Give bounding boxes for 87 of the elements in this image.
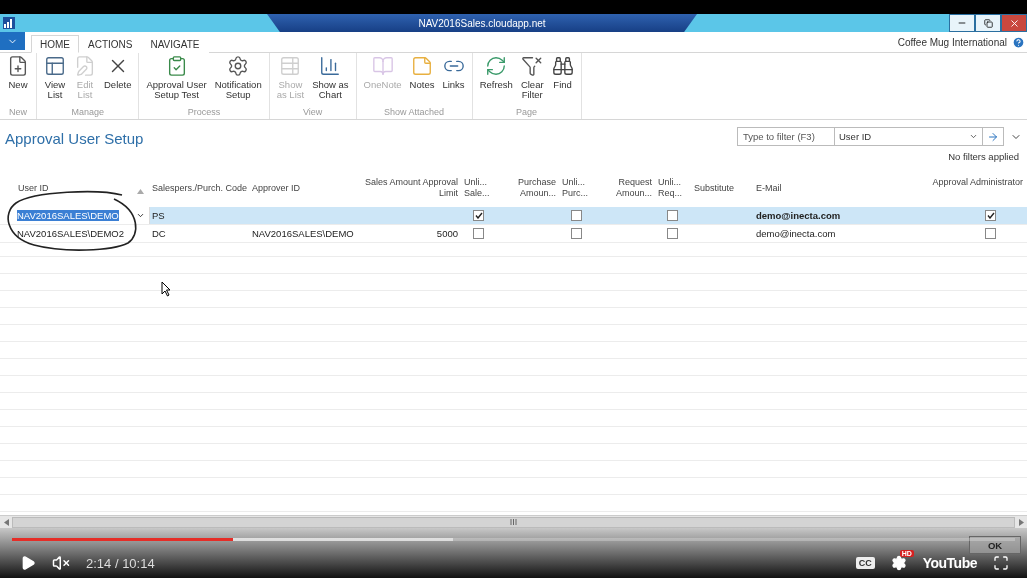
page-title[interactable]: Approval User Setup	[5, 130, 150, 147]
column-header[interactable]: Unli... Req...	[658, 177, 682, 199]
checkbox[interactable]	[473, 228, 484, 239]
table-cell-text: demo@inecta.com	[755, 228, 837, 239]
ok-button[interactable]: OK	[969, 536, 1021, 554]
clear-filter-icon	[521, 55, 544, 77]
group-label: Page	[516, 107, 538, 119]
column-header[interactable]: Request Amoun...	[615, 177, 652, 199]
column-header[interactable]: Purchase Amoun...	[517, 177, 556, 199]
video-logo[interactable]: YouTube	[922, 555, 977, 571]
windows-icon	[44, 55, 66, 77]
checkbox[interactable]	[571, 228, 582, 239]
ribbon-button[interactable]: Delete	[101, 53, 135, 107]
ribbon-button[interactable]: Clear Filter	[517, 53, 547, 107]
ribbon-button[interactable]: Show as Chart	[309, 53, 352, 107]
checkmark-icon	[986, 212, 995, 219]
refresh-icon	[485, 55, 508, 77]
column-header[interactable]: Approval Administrator	[932, 177, 1023, 188]
arrow-right-icon	[987, 130, 999, 143]
checkbox[interactable]	[667, 210, 678, 221]
ribbon-button[interactable]: New	[4, 53, 32, 107]
group-label: Show Attached	[384, 107, 445, 119]
table-cell-text: PS	[151, 210, 166, 221]
binoculars-icon	[551, 55, 574, 77]
video-time: 2:14 / 10:14	[86, 555, 155, 571]
chevron-down-icon	[969, 132, 978, 141]
table-row[interactable]: NAV2016SALES\DEMO PS demo@inecta.com	[0, 207, 1027, 225]
note-icon	[411, 55, 433, 77]
notebook-icon	[371, 55, 394, 77]
user-id-cell[interactable]: NAV2016SALES\DEMO	[17, 210, 119, 221]
grip-icon	[510, 519, 517, 525]
checkbox[interactable]	[985, 210, 996, 221]
ribbon-button[interactable]: Find	[548, 53, 577, 107]
restore-icon	[983, 18, 993, 28]
ribbon-button[interactable]: Links	[439, 53, 468, 107]
column-header[interactable]: Salespers./Purch. Code	[152, 183, 248, 194]
group-label: New	[9, 107, 27, 119]
captions-button[interactable]: CC	[855, 557, 875, 569]
bar-chart-icon	[319, 55, 342, 77]
help-icon[interactable]	[1012, 35, 1025, 49]
filter-status: No filters applied	[948, 151, 1019, 162]
table-icon	[279, 55, 302, 77]
ribbon-button[interactable]: View List	[41, 53, 69, 107]
dropdown-icon[interactable]	[136, 211, 145, 220]
column-header[interactable]: E-Mail	[756, 183, 782, 194]
table-cell-text: demo@inecta.com	[755, 210, 842, 221]
user-id-cell[interactable]: NAV2016SALES\DEMO2	[17, 228, 124, 239]
ribbon-button[interactable]: Notification Setup	[211, 53, 265, 107]
ribbon-tab[interactable]: HOME	[31, 35, 79, 53]
ribbon-button[interactable]: Notes	[406, 53, 438, 107]
group-label: Manage	[71, 107, 104, 119]
table-cell-text: DC	[151, 228, 167, 239]
edit-file-icon	[74, 55, 96, 77]
progress-track[interactable]	[12, 538, 1015, 541]
ribbon-button[interactable]: Refresh	[476, 53, 516, 107]
sort-icon	[137, 189, 144, 194]
play-icon[interactable]	[20, 555, 36, 571]
app-logo-icon	[3, 17, 15, 29]
column-header[interactable]: User ID	[18, 183, 49, 194]
group-label: Process	[187, 107, 221, 119]
new-file-icon	[7, 55, 29, 77]
scrollbar-thumb[interactable]	[12, 516, 1015, 528]
restore-button[interactable]	[975, 14, 1001, 32]
mouse-cursor-icon	[161, 281, 171, 297]
column-header[interactable]: Unli... Sale...	[464, 177, 490, 199]
checkbox[interactable]	[473, 210, 484, 221]
ribbon-button[interactable]: Approval User Setup Test	[143, 53, 210, 107]
column-header[interactable]: Unli... Purc...	[562, 177, 588, 199]
close-button[interactable]	[1001, 14, 1027, 32]
column-header[interactable]: Approver ID	[252, 183, 301, 194]
app-menu-button[interactable]	[0, 32, 25, 50]
table-row[interactable]: NAV2016SALES\DEMO2 DC NAV2016SALES\DEMO 5000 demo@inecta.com	[0, 225, 1027, 243]
checkmark-icon	[474, 212, 483, 219]
column-header[interactable]: Substitute	[694, 183, 735, 194]
checkbox[interactable]	[667, 228, 678, 239]
company-name: Coffee Mug International	[897, 36, 1007, 48]
column-header[interactable]: Sales Amount Approval Limit	[364, 177, 458, 199]
minimize-button[interactable]	[949, 14, 975, 32]
fullscreen-icon[interactable]	[993, 555, 1009, 571]
checkbox[interactable]	[571, 210, 582, 221]
checkbox[interactable]	[985, 228, 996, 239]
settings-icon[interactable]	[890, 555, 907, 571]
window-title: NAV2016Sales.cloudapp.net	[417, 17, 547, 29]
close-icon	[1008, 17, 1020, 29]
muted-icon[interactable]	[52, 554, 70, 572]
group-label: View	[302, 107, 323, 119]
settings-icon	[227, 55, 250, 77]
